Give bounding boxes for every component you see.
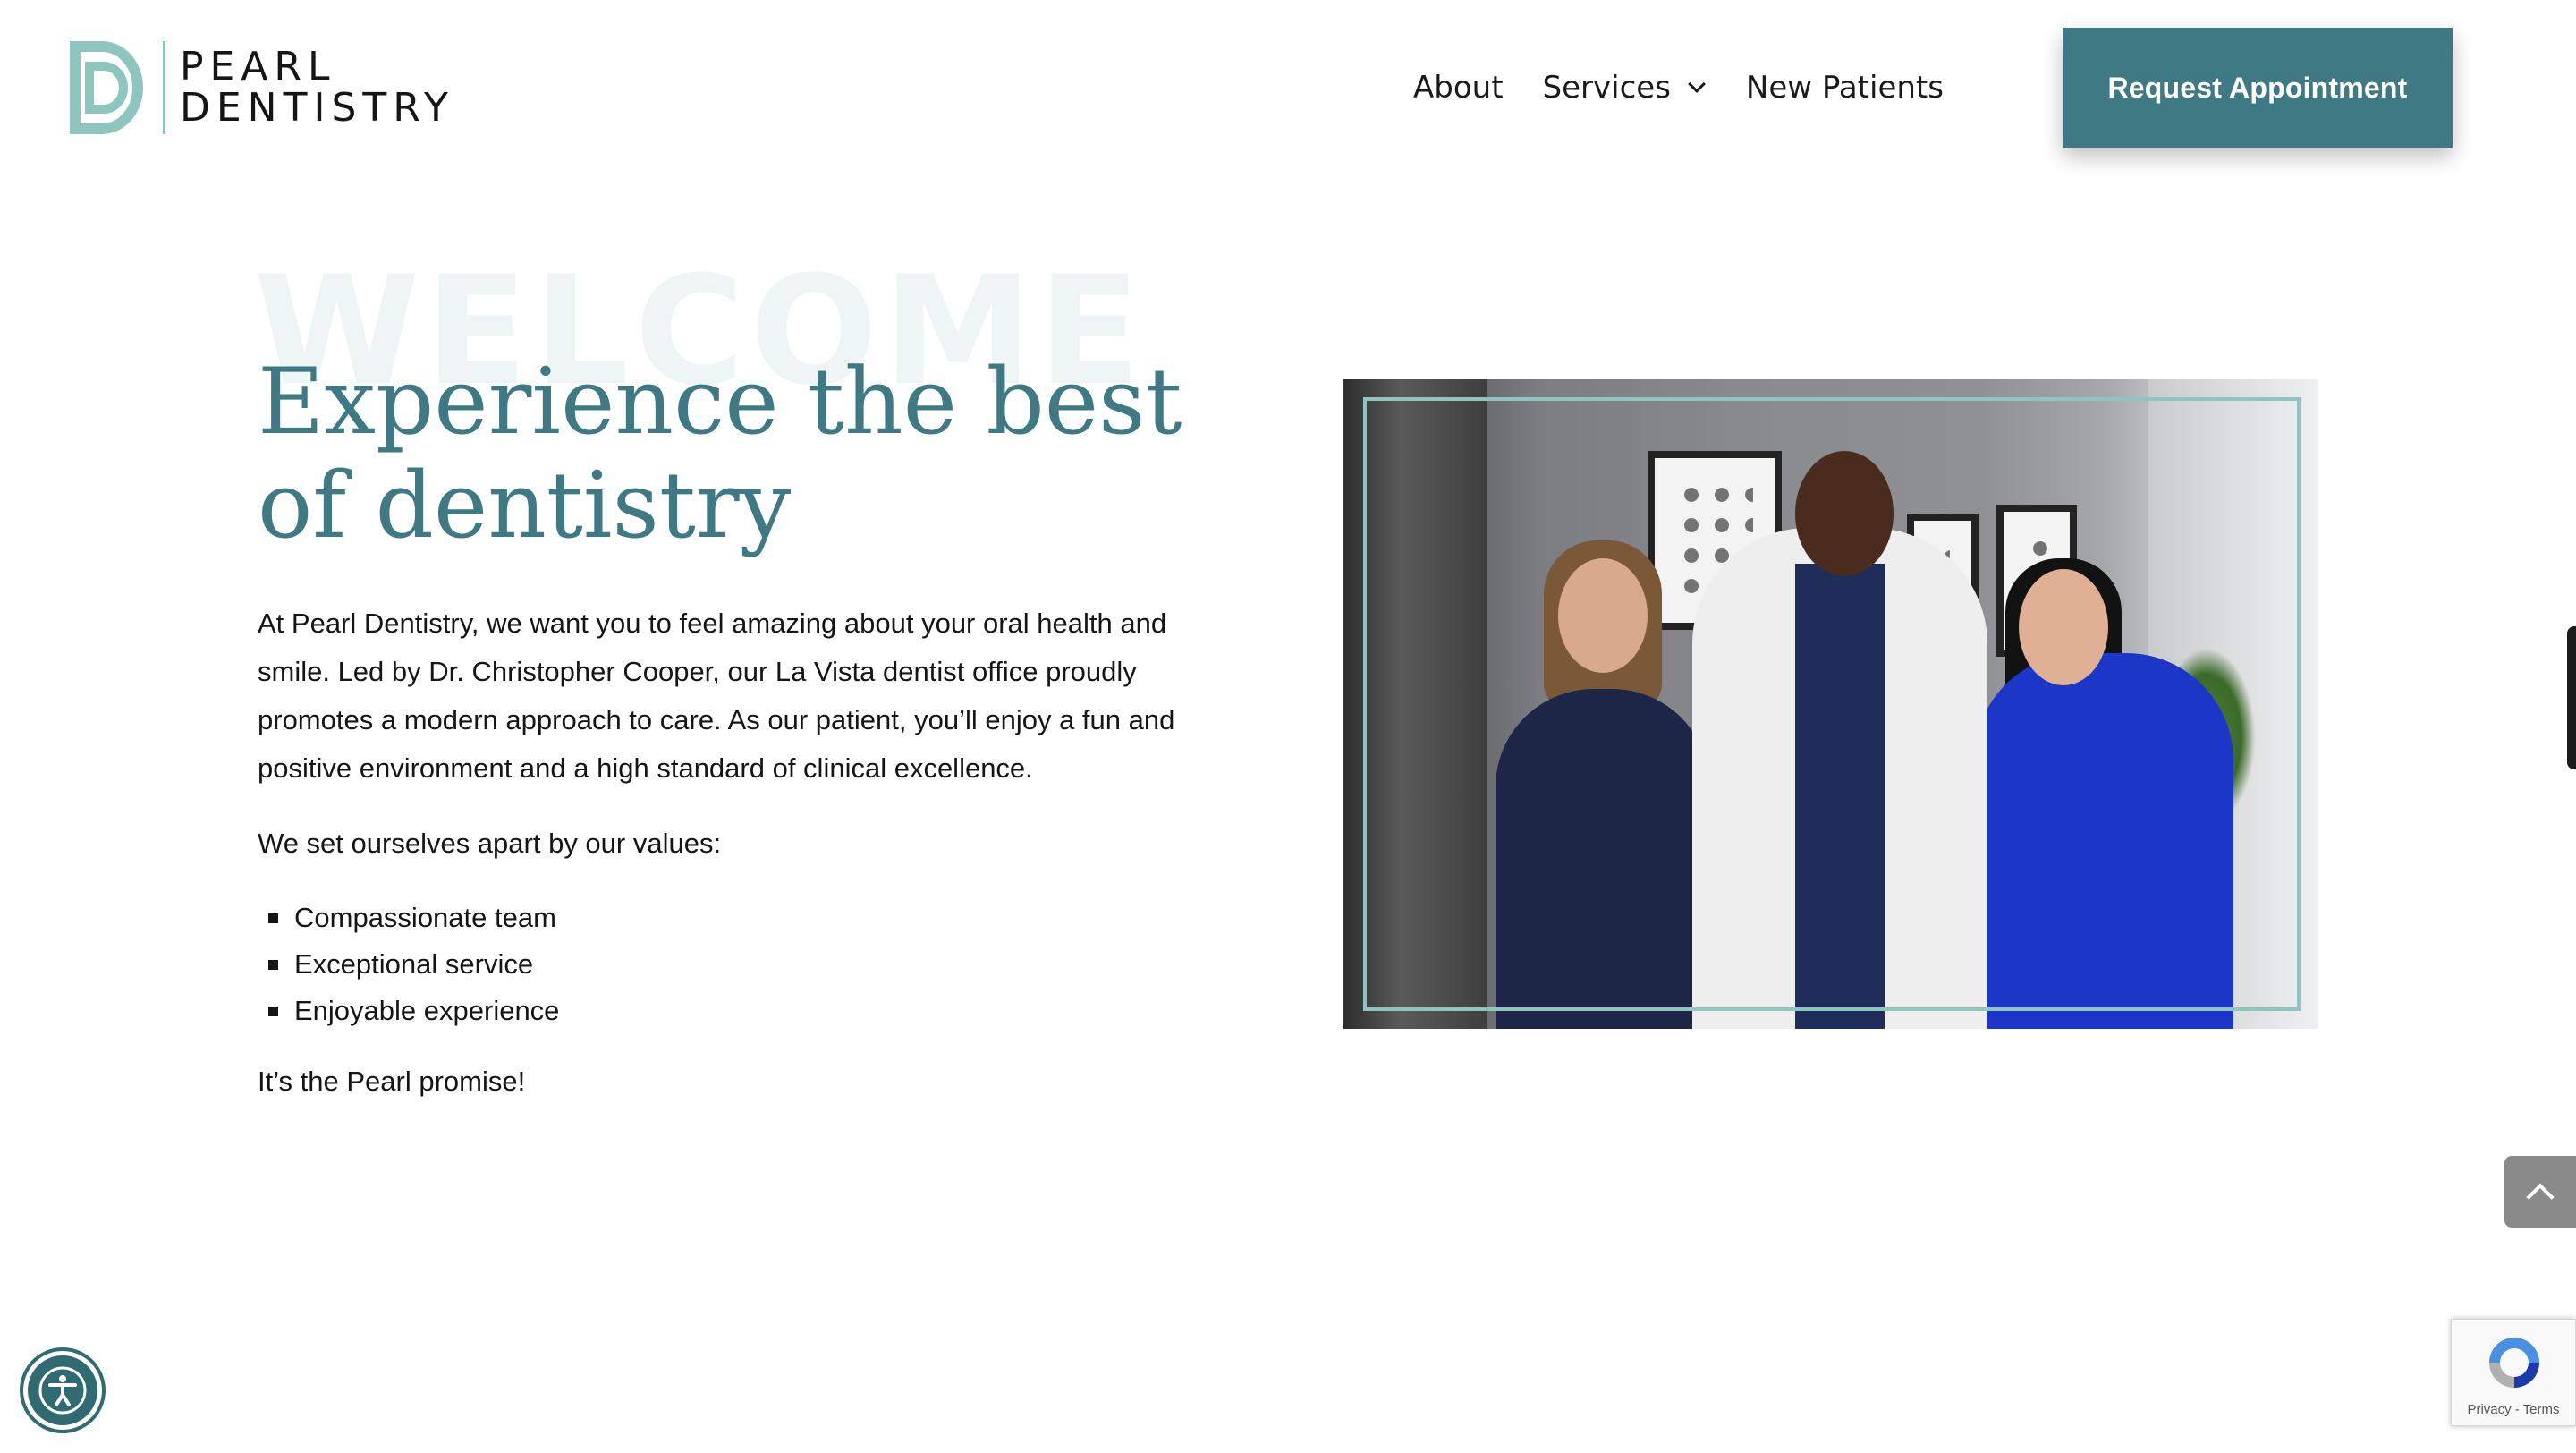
nav-services[interactable]: Services [1542,70,1706,106]
list-item: Exceptional service [258,941,1206,988]
list-item: Compassionate team [258,895,1206,941]
list-item: Enjoyable experience [258,988,1206,1034]
accessibility-button[interactable] [23,1351,102,1430]
person-right-face [2019,569,2108,685]
logo-divider [163,41,165,134]
main-nav: About Services New Patients [1413,66,1944,109]
recaptcha-badge[interactable]: Privacy - Terms [2451,1319,2576,1426]
team-photo [1343,379,2318,1029]
bullet-icon [268,1006,278,1016]
hero-headline: Experience the best of dentistry [258,349,1182,559]
values-intro: We set ourselves apart by our values: [258,828,722,859]
request-appointment-button[interactable]: Request Appointment [2063,28,2453,148]
logo-wordmark: PEARL DENTISTRY [180,47,454,129]
bullet-icon [268,913,278,923]
value-label: Exceptional service [294,948,534,980]
person-center-scrubs [1795,564,1885,1029]
value-label: Compassionate team [294,902,556,933]
person-center-face [1795,451,1894,576]
logo-line-2: DENTISTRY [180,85,454,131]
closing-line: It’s the Pearl promise! [258,1066,526,1097]
page: PEARL DENTISTRY About Services New Patie… [0,0,2576,1453]
bullet-icon [268,959,278,970]
nav-about[interactable]: About [1413,70,1504,106]
value-label: Enjoyable experience [294,995,560,1026]
back-to-top-button[interactable] [2504,1156,2576,1228]
hero-body: At Pearl Dentistry, we want you to feel … [258,599,1206,1106]
chevron-up-icon [2526,1183,2555,1211]
recaptcha-links[interactable]: Privacy - Terms [2452,1402,2575,1417]
values-list: Compassionate team Exceptional service E… [258,895,1206,1034]
nav-services-label: Services [1542,70,1671,106]
logo-mark-icon [70,41,143,134]
intro-paragraph: At Pearl Dentistry, we want you to feel … [258,608,1175,784]
recaptcha-icon [2489,1338,2539,1388]
chevron-down-icon [1688,75,1706,93]
site-logo[interactable]: PEARL DENTISTRY [70,39,454,136]
person-left [1496,689,1710,1029]
logo-line-1: PEARL [180,44,336,89]
nav-new-patients[interactable]: New Patients [1746,70,1944,106]
accessibility-icon [38,1366,87,1415]
person-right [1974,653,2233,1029]
photo-doorframe [1343,379,1487,1029]
side-drawer-tab[interactable] [2567,626,2576,769]
person-left-face [1558,558,1648,673]
